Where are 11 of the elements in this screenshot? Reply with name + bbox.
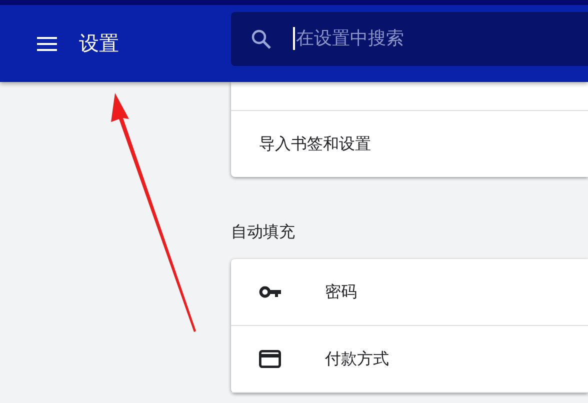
key-icon <box>259 286 281 298</box>
search-input[interactable]: 在设置中搜索 <box>293 27 588 50</box>
search-icon <box>251 28 271 48</box>
settings-item[interactable]: 密码 <box>231 259 588 326</box>
search-field[interactable]: 在设置中搜索 <box>231 12 588 66</box>
section-title: 自动填充 <box>231 221 296 243</box>
credit-card-icon <box>259 350 281 368</box>
page-title: 设置 <box>79 30 119 57</box>
settings-item[interactable]: 导入书签和设置 <box>231 111 588 177</box>
settings-item[interactable]: 付款方式 <box>231 326 588 393</box>
menu-icon[interactable] <box>37 36 57 50</box>
